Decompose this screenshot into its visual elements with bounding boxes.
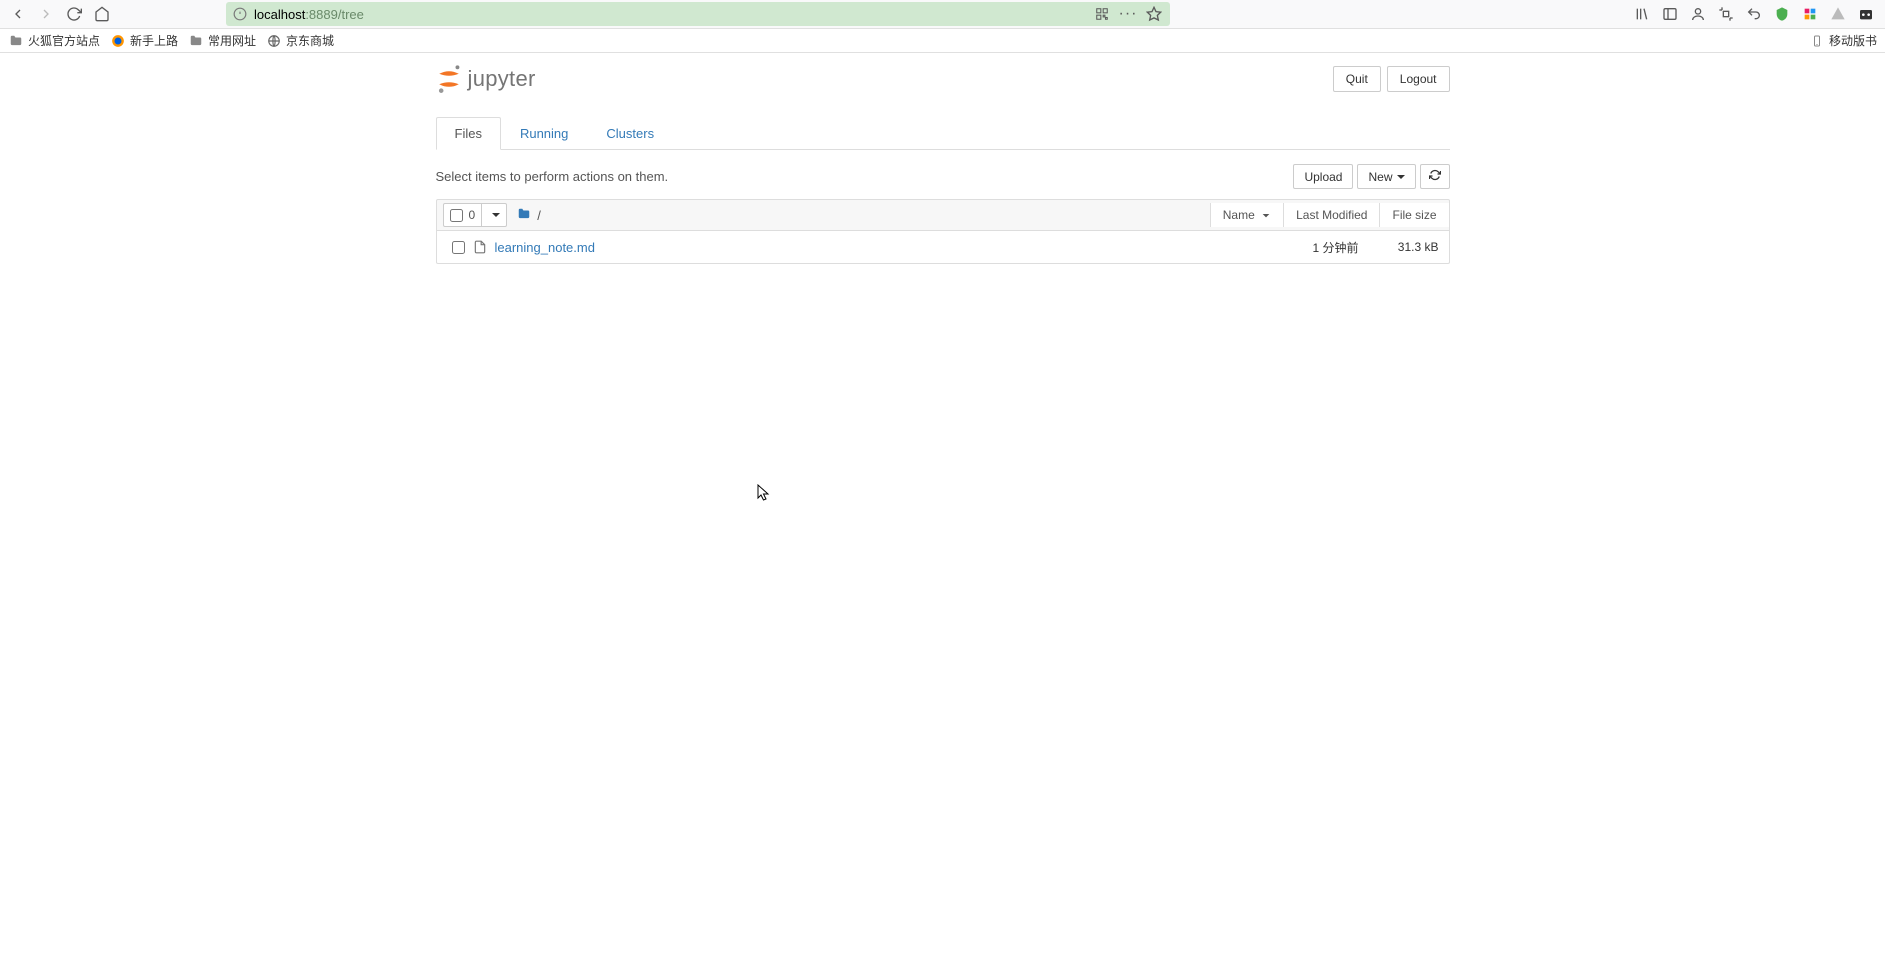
caret-down-icon — [492, 213, 500, 217]
new-dropdown[interactable]: New — [1357, 164, 1415, 189]
bookmarks-bar: 火狐官方站点 新手上路 常用网址 京东商城 移动版书 — [0, 29, 1885, 53]
refresh-button[interactable] — [1420, 164, 1450, 189]
bookmark-label: 京东商城 — [286, 32, 334, 49]
upload-button[interactable]: Upload — [1293, 164, 1353, 189]
jupyter-page: jupyter Quit Logout Files Running Cluste… — [436, 53, 1450, 264]
bookmark-item[interactable]: 常用网址 — [188, 32, 256, 49]
hint-text: Select items to perform actions on them. — [436, 169, 669, 184]
bookmark-label: 新手上路 — [130, 32, 178, 49]
list-header: 0 / Name Last Modified File size — [436, 199, 1450, 231]
folder-icon — [517, 207, 531, 224]
file-icon — [471, 240, 489, 254]
forward-button[interactable] — [32, 0, 60, 28]
file-modified: 1 分钟前 — [1219, 239, 1359, 256]
sort-down-icon — [1261, 208, 1271, 222]
folder-icon — [188, 33, 204, 49]
bookmark-item[interactable]: 新手上路 — [110, 32, 178, 49]
column-modified[interactable]: Last Modified — [1284, 203, 1380, 227]
bookmark-label: 火狐官方站点 — [28, 32, 100, 49]
mouse-cursor-icon — [757, 484, 771, 502]
logout-button[interactable]: Logout — [1387, 66, 1450, 92]
file-name-link[interactable]: learning_note.md — [495, 240, 595, 255]
screenshot-icon[interactable] — [1717, 5, 1735, 23]
site-info-icon[interactable] — [232, 6, 248, 22]
breadcrumb-sep: / — [537, 208, 541, 223]
bookmark-star-icon[interactable] — [1144, 4, 1164, 24]
sidebar-icon[interactable] — [1661, 5, 1679, 23]
mobile-bookmarks[interactable]: 移动版书 — [1809, 32, 1877, 49]
qr-icon[interactable] — [1092, 4, 1112, 24]
mobile-bookmarks-label: 移动版书 — [1829, 32, 1877, 49]
account-icon[interactable] — [1689, 5, 1707, 23]
tab-running[interactable]: Running — [501, 117, 587, 150]
globe-icon — [266, 33, 282, 49]
extension-icon-2[interactable] — [1829, 5, 1847, 23]
browser-toolbar: localhost:8889/tree ··· — [0, 0, 1885, 29]
extension-icon-1[interactable] — [1801, 5, 1819, 23]
file-row: learning_note.md 1 分钟前 31.3 kB — [437, 231, 1449, 263]
more-icon[interactable]: ··· — [1118, 4, 1138, 24]
selected-count: 0 — [467, 204, 483, 226]
new-label: New — [1368, 170, 1392, 184]
undo-icon[interactable] — [1745, 5, 1763, 23]
tab-files[interactable]: Files — [436, 117, 501, 150]
reload-button[interactable] — [60, 0, 88, 28]
jupyter-logo-text: jupyter — [468, 66, 536, 92]
breadcrumb[interactable]: / — [517, 207, 541, 224]
quit-button[interactable]: Quit — [1333, 66, 1381, 92]
file-size: 31.3 kB — [1359, 240, 1439, 254]
column-name-label: Name — [1223, 208, 1255, 222]
folder-icon — [8, 33, 24, 49]
url-bar[interactable]: localhost:8889/tree ··· — [226, 2, 1170, 26]
column-name[interactable]: Name — [1210, 203, 1284, 227]
jupyter-header: jupyter Quit Logout — [436, 59, 1450, 99]
select-dropdown[interactable] — [482, 213, 506, 217]
back-button[interactable] — [4, 0, 32, 28]
bookmark-item[interactable]: 京东商城 — [266, 32, 334, 49]
file-list: learning_note.md 1 分钟前 31.3 kB — [436, 231, 1450, 264]
bookmark-label: 常用网址 — [208, 32, 256, 49]
jupyter-logo[interactable]: jupyter — [436, 64, 536, 94]
row-checkbox[interactable] — [452, 241, 465, 254]
library-icon[interactable] — [1633, 5, 1651, 23]
url-path: :8889/tree — [305, 7, 364, 22]
bookmark-item[interactable]: 火狐官方站点 — [8, 32, 100, 49]
jupyter-logo-icon — [436, 64, 462, 94]
column-size[interactable]: File size — [1380, 203, 1448, 227]
tabs: Files Running Clusters — [436, 117, 1450, 150]
extension-icon-3[interactable] — [1857, 5, 1875, 23]
mobile-icon — [1809, 33, 1825, 49]
select-all-checkbox[interactable] — [450, 209, 463, 222]
select-all-control[interactable]: 0 — [443, 203, 508, 227]
caret-down-icon — [1397, 175, 1405, 179]
action-row: Select items to perform actions on them.… — [436, 164, 1450, 189]
shield-icon[interactable] — [1773, 5, 1791, 23]
home-button[interactable] — [88, 0, 116, 28]
firefox-icon — [110, 33, 126, 49]
url-host: localhost — [254, 7, 305, 22]
tab-clusters[interactable]: Clusters — [587, 117, 673, 150]
toolbar-right — [1633, 5, 1881, 23]
